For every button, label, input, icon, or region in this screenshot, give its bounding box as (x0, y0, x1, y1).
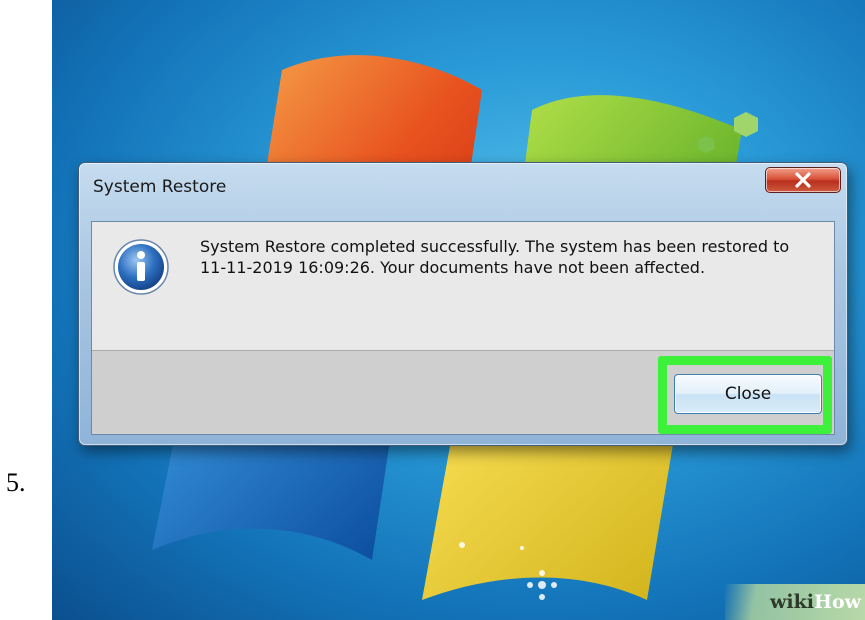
dialog-title: System Restore (93, 177, 227, 197)
wikihow-watermark: wiki How (725, 584, 865, 620)
close-button[interactable]: Close (674, 374, 822, 414)
system-restore-dialog: System Restore System Restore completed … (78, 162, 848, 446)
step-number: 5. (6, 468, 26, 497)
watermark-wiki: wiki (770, 591, 815, 613)
info-icon (113, 239, 169, 295)
dialog-message: System Restore completed successfully. T… (200, 237, 790, 277)
button-bar: Close (92, 351, 834, 434)
message-area: System Restore completed successfully. T… (92, 222, 834, 350)
close-icon (795, 172, 811, 188)
dialog-body: System Restore completed successfully. T… (91, 221, 835, 435)
watermark-how: How (814, 591, 861, 613)
title-close-button[interactable] (765, 167, 841, 193)
